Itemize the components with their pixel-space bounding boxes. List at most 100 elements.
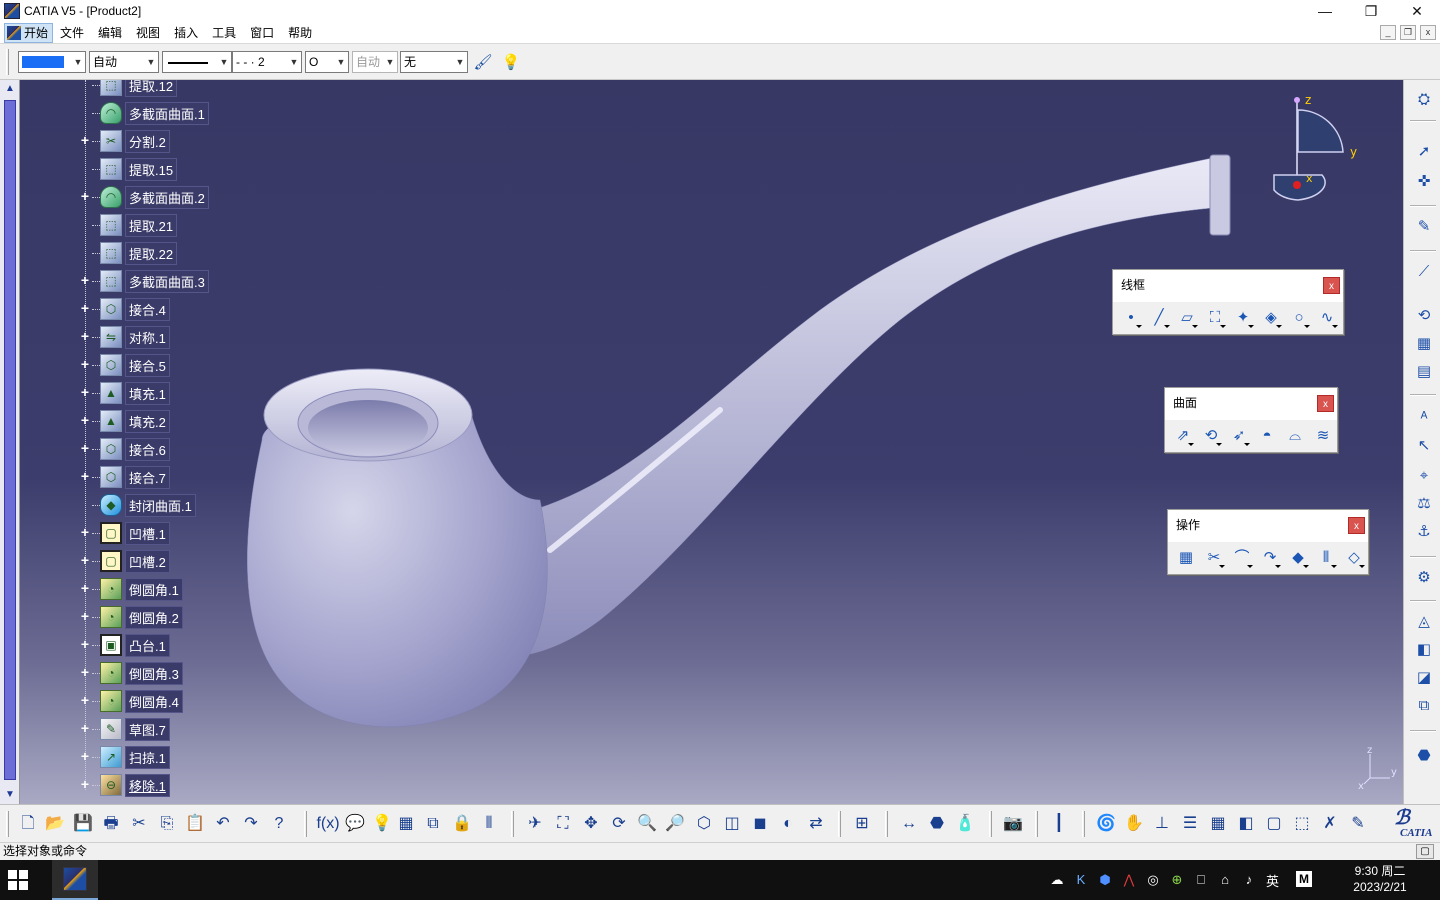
spline-icon[interactable]: ∿ [1315, 306, 1339, 330]
workbench-icon[interactable]: ⛭ [1412, 88, 1436, 112]
tree-node-label[interactable]: 填充.1 [125, 381, 170, 405]
fillet-feature-icon[interactable]: ◔ [100, 606, 122, 628]
toolbar-handle[interactable] [6, 49, 9, 75]
ime-language[interactable]: 英 [1266, 871, 1279, 890]
normal-view-icon[interactable]: ⬡ [692, 812, 716, 836]
menu-edit[interactable]: 编辑 [91, 23, 129, 43]
offset-icon[interactable]: ◈ [1259, 306, 1283, 330]
translate-icon[interactable]: ↷ [1258, 546, 1282, 570]
tree-node[interactable]: +⬚提取.15 [78, 156, 178, 182]
thickness-select[interactable]: O ▼ [305, 51, 349, 73]
painter-brush-icon[interactable]: 🖌 [472, 52, 494, 74]
axis-icon[interactable]: ┃ [1047, 812, 1071, 836]
expand-plus-icon[interactable]: + [78, 413, 92, 428]
fill-feature-icon[interactable]: ▲ [100, 382, 122, 404]
inertia-icon[interactable]: ⚖ [1412, 492, 1436, 516]
zoom-in-icon[interactable]: 🔍 [635, 812, 659, 836]
pocket-feature-icon[interactable]: ▢ [100, 550, 122, 572]
split-feature-icon[interactable]: ✂ [100, 130, 122, 152]
extract-feature-icon[interactable]: ⬚ [100, 242, 122, 264]
tree-node-label[interactable]: 接合.5 [125, 353, 170, 377]
multisection-icon[interactable]: ⌓ [1283, 424, 1307, 448]
tree-node-label[interactable]: 接合.6 [125, 437, 170, 461]
tree-node[interactable]: + ◠ 多截面曲面.2 [78, 184, 209, 210]
surfaces-toolbar-title[interactable]: 曲面 x [1165, 388, 1337, 420]
tree-node-label[interactable]: 倒圆角.1 [125, 577, 183, 601]
symmetry-feature-icon[interactable]: ⇋ [100, 326, 122, 348]
fillet-feature-icon[interactable]: ◔ [100, 578, 122, 600]
expand-plus-icon[interactable]: + [78, 749, 92, 764]
toolbar-separator[interactable] [838, 811, 841, 837]
snap-icon[interactable]: ✜ [1412, 170, 1436, 194]
taskbar-catia-app[interactable] [52, 860, 98, 900]
tree-node[interactable]: + ▲ 填充.2 [78, 408, 170, 434]
tree-node[interactable]: + ◔ 倒圆角.2 [78, 604, 183, 630]
close-button[interactable]: ✕ [1394, 0, 1440, 22]
wechat-tray-icon[interactable]: ☁ [1048, 871, 1066, 889]
windows-start-icon[interactable] [8, 870, 28, 890]
toolbar-separator[interactable] [989, 811, 992, 837]
connect-icon[interactable]: ◬ [1412, 610, 1436, 634]
explode-icon[interactable]: ✗ [1318, 812, 1342, 836]
fill-icon[interactable]: ◓ [1255, 424, 1279, 448]
hand-icon[interactable]: ✋ [1122, 812, 1146, 836]
doc-close-button[interactable]: x [1420, 25, 1436, 40]
tree-node-label[interactable]: 对称.1 [125, 325, 170, 349]
sketch-icon[interactable]: ✎ [1412, 215, 1436, 239]
tree-node[interactable]: + ▢ 凹槽.1 [78, 520, 170, 546]
tree-node[interactable]: + ⇋ 对称.1 [78, 324, 170, 350]
multi-result-icon[interactable]: ⟲ [1412, 304, 1436, 328]
split-icon[interactable]: ✂ [1202, 546, 1226, 570]
revolve-icon[interactable]: ⟲ [1199, 424, 1223, 448]
close-icon[interactable]: x [1317, 395, 1334, 412]
color-select[interactable]: ▼ [18, 51, 86, 73]
layer-filter-select[interactable]: 无 ▼ [400, 51, 468, 73]
annotation-icon[interactable]: ↖ [1412, 434, 1436, 458]
toolbar-separator[interactable] [511, 811, 514, 837]
menu-start[interactable]: 开始 [4, 22, 54, 43]
tree-node[interactable]: +⬚提取.22 [78, 240, 178, 266]
tree-node-label[interactable]: 填充.2 [125, 409, 170, 433]
wireframe-toolbar-title[interactable]: 线框 x [1113, 270, 1343, 302]
join-feature-icon[interactable]: ⬡ [100, 438, 122, 460]
table-icon[interactable]: ▦ [394, 812, 418, 836]
redo-icon[interactable]: ↷ [239, 812, 263, 836]
curvature-icon[interactable]: ◪ [1412, 666, 1436, 690]
tree-node[interactable]: + ✂ 分割.2 [78, 128, 170, 154]
tree-node-label[interactable]: 多截面曲面.1 [125, 101, 209, 125]
fillet-icon[interactable]: ⌒ [1230, 546, 1254, 570]
undo-icon[interactable]: ↶ [211, 812, 235, 836]
expand-plus-icon[interactable]: + [78, 553, 92, 568]
expand-plus-icon[interactable]: + [78, 189, 92, 204]
tree-node[interactable]: + ▣ 凸台.1 [78, 632, 170, 658]
expand-plus-icon[interactable]: + [78, 721, 92, 736]
network-icon[interactable]: ⌂ [1216, 871, 1234, 889]
hide-show-icon[interactable]: ◐ [776, 812, 800, 836]
fillet-feature-icon[interactable]: ◔ [100, 662, 122, 684]
layer-select[interactable]: 自动 ▼ [89, 51, 159, 73]
doc-minimize-button[interactable]: _ [1380, 25, 1396, 40]
sweep-icon[interactable]: ➶ [1227, 424, 1251, 448]
tray-arrow-icon[interactable]: ⋀ [1120, 871, 1138, 889]
projection-icon[interactable]: ⛶ [1203, 306, 1227, 330]
fillet-feature-icon[interactable]: ◔ [100, 690, 122, 712]
tree-node-label[interactable]: 倒圆角.2 [125, 605, 183, 629]
boundary-icon[interactable]: ◇ [1342, 546, 1366, 570]
surf-feature-icon[interactable]: ◠ [100, 102, 122, 124]
close-icon[interactable]: x [1348, 517, 1365, 534]
tree-node[interactable]: +◆封闭曲面.1 [78, 492, 196, 518]
operations-toolbar-title[interactable]: 操作 x [1168, 510, 1368, 542]
pad-feature-icon[interactable]: ▣ [100, 634, 122, 656]
apply-material-icon[interactable]: ⬣ [925, 812, 949, 836]
graph-icon[interactable]: ⟋ [1412, 260, 1436, 284]
grid-icon[interactable]: ▦ [1412, 332, 1436, 356]
text-icon[interactable]: ᴬ [1412, 406, 1436, 430]
extract-icon[interactable]: ◆ [1286, 546, 1310, 570]
linetype-select[interactable]: ▼ [162, 51, 232, 73]
expand-plus-icon[interactable]: + [78, 133, 92, 148]
expand-plus-icon[interactable]: + [78, 273, 92, 288]
expand-plus-icon[interactable]: + [78, 441, 92, 456]
point-icon[interactable]: • [1119, 306, 1143, 330]
3d-viewport[interactable]: ▲ ▼ +⬚提取.12+◠多截面曲面.1+✂分割.2+⬚提取.15+◠多截面曲面… [0, 80, 1403, 804]
tree-node[interactable]: +◠多截面曲面.1 [78, 100, 209, 126]
